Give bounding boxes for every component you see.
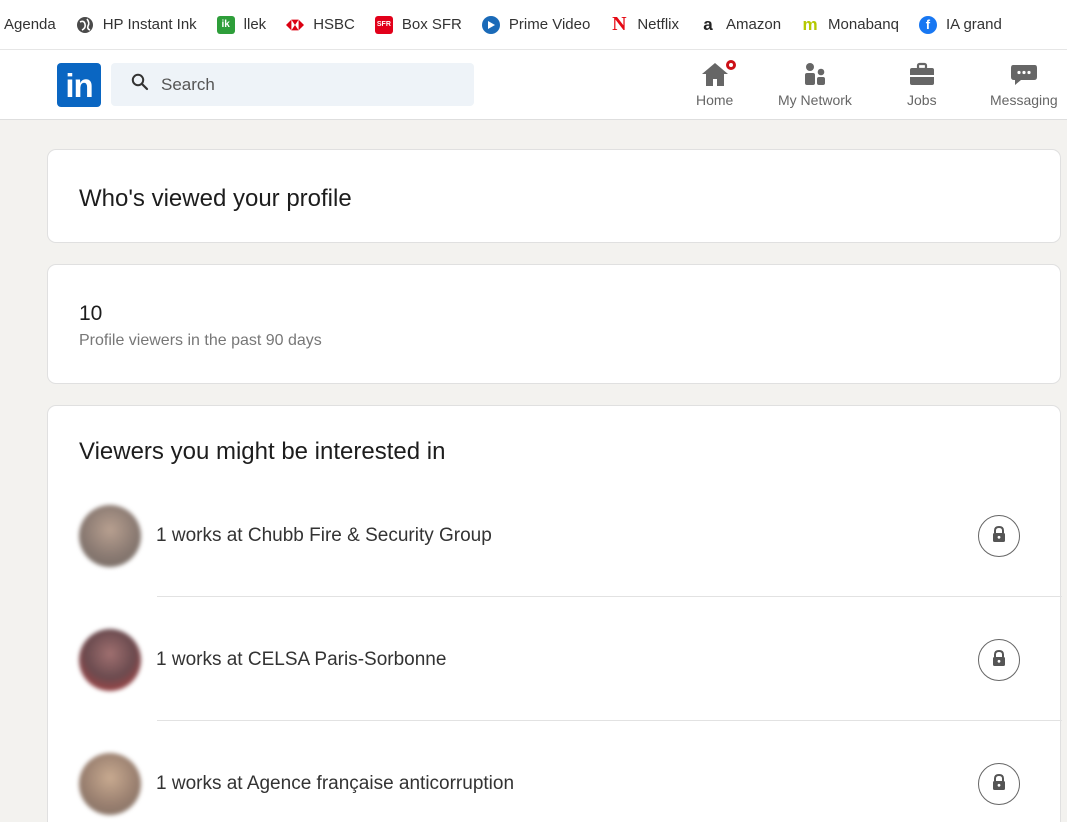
viewer-row[interactable]: 1 works at Chubb Fire & Security Group	[48, 480, 1062, 604]
messaging-icon	[1009, 58, 1039, 90]
bookmark-label: HSBC	[313, 16, 355, 33]
nav-label: Home	[696, 92, 734, 108]
viewer-description: 1 works at CELSA Paris-Sorbonne	[156, 649, 447, 670]
network-icon	[801, 58, 829, 90]
sfr-icon: SFR	[374, 15, 393, 34]
nav-label: Jobs	[907, 92, 937, 108]
viewer-description: 1 works at Agence française anticorrupti…	[156, 773, 515, 794]
hsbc-icon	[286, 16, 305, 34]
search-input[interactable]	[161, 74, 461, 95]
viewer-row[interactable]: 1 works at CELSA Paris-Sorbonne	[48, 604, 1062, 728]
viewers-card: Viewers you might be interested in 1 wor…	[47, 405, 1062, 822]
facebook-icon: f	[918, 15, 937, 34]
nav-my-network[interactable]: My Network	[778, 58, 852, 108]
ilek-icon: ik	[216, 15, 235, 34]
bookmark-netflix[interactable]: N Netflix	[610, 13, 680, 35]
viewer-description: 1 works at Chubb Fire & Security Group	[156, 525, 492, 546]
nav-home[interactable]: Home	[696, 58, 738, 108]
divider	[157, 720, 1062, 721]
bookmark-box-sfr[interactable]: SFR Box SFR	[374, 15, 462, 34]
profile-viewers-stat-card[interactable]: 10 Profile viewers in the past 90 days	[47, 264, 1061, 384]
lock-icon	[991, 525, 1007, 548]
avatar	[79, 629, 141, 691]
viewer-count: 10	[79, 302, 103, 325]
unlock-button[interactable]	[978, 515, 1020, 557]
amazon-icon: a	[703, 14, 713, 34]
lock-icon	[991, 649, 1007, 672]
unlock-button[interactable]	[978, 639, 1020, 681]
netflix-icon: N	[612, 13, 627, 35]
profile-views-card: Who's viewed your profile	[47, 149, 1061, 243]
bookmark-label: Monabanq	[828, 16, 899, 33]
nav-label: Messaging	[990, 92, 1058, 108]
viewer-count-label: Profile viewers in the past 90 days	[79, 332, 322, 349]
search-icon	[131, 73, 149, 96]
unlock-button[interactable]	[978, 763, 1020, 805]
briefcase-icon	[908, 58, 936, 90]
bookmark-label: Box SFR	[401, 16, 462, 33]
nav-messaging[interactable]: Messaging	[990, 58, 1058, 108]
linkedin-logo[interactable]: in	[57, 63, 101, 107]
search-box[interactable]	[111, 63, 474, 106]
bookmark-label: llek	[243, 16, 267, 33]
bookmark-prime-video[interactable]: Prime Video	[481, 15, 591, 34]
nav-label: My Network	[778, 92, 852, 108]
divider	[157, 596, 1062, 597]
top-navbar: in Home My Network Jobs Messaging	[0, 50, 1067, 120]
monabanq-icon: m	[802, 14, 818, 34]
bookmarks-bar: Agenda HP Instant Ink ik llek HSBC SFR B…	[0, 0, 1067, 50]
bookmark-label: Prime Video	[508, 16, 591, 33]
bookmark-hsbc[interactable]: HSBC	[286, 16, 355, 34]
home-icon	[700, 58, 738, 90]
prime-video-icon	[481, 15, 500, 34]
avatar	[79, 753, 141, 815]
lock-icon	[991, 773, 1007, 796]
viewers-section-title: Viewers you might be interested in	[79, 438, 446, 465]
bookmark-monabanq[interactable]: m Monabanq	[801, 14, 899, 34]
bookmark-label: Amazon	[726, 16, 782, 33]
bookmark-agenda[interactable]: Agenda	[4, 16, 56, 33]
page-title: Who's viewed your profile	[79, 185, 352, 212]
bookmark-hp-instant-ink[interactable]: HP Instant Ink	[76, 16, 197, 34]
bookmark-label: Netflix	[637, 16, 680, 33]
viewer-row[interactable]: 1 works at Agence française anticorrupti…	[48, 728, 1062, 822]
bookmark-ilek[interactable]: ik llek	[216, 15, 267, 34]
bookmark-label: HP Instant Ink	[102, 16, 197, 33]
nav-jobs[interactable]: Jobs	[907, 58, 937, 108]
globe-icon	[76, 16, 94, 34]
avatar	[79, 505, 141, 567]
bookmark-label: Agenda	[4, 16, 56, 33]
bookmark-ia-grand[interactable]: f IA grand	[918, 15, 1002, 34]
bookmark-label: IA grand	[945, 16, 1002, 33]
notification-badge	[723, 58, 738, 72]
bookmark-amazon[interactable]: a Amazon	[699, 14, 782, 34]
